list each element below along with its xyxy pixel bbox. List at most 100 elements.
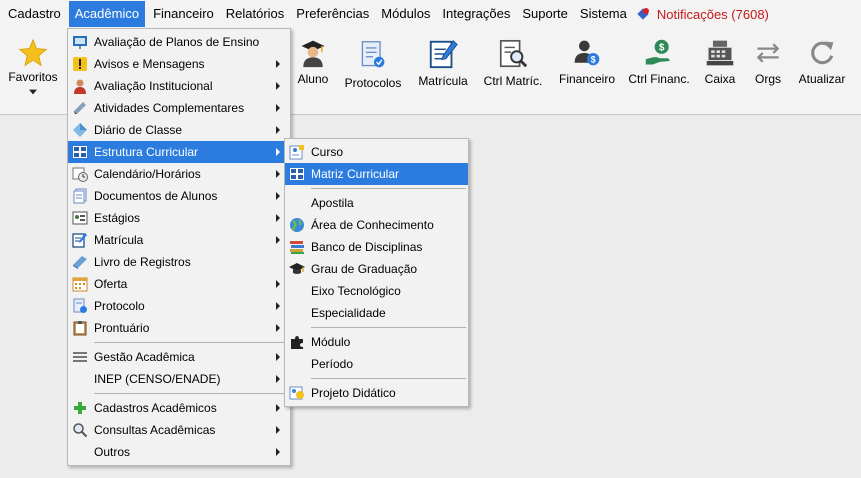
menu-item-diario[interactable]: Diário de Classe — [68, 119, 290, 141]
presentation-icon — [73, 36, 87, 49]
menu-item-label: Documentos de Alunos — [94, 189, 218, 203]
notifications-menu[interactable]: Notificações (7608) — [639, 7, 769, 22]
menu-item-avaliacao-planos[interactable]: Avaliação de Planos de Ensino — [68, 31, 290, 53]
caixa-button[interactable]: Caixa — [700, 32, 740, 86]
menu-separator — [311, 188, 466, 189]
menu-item-cadastros-academicos[interactable]: Cadastros Acadêmicos — [68, 397, 290, 419]
calendar-icon — [72, 277, 88, 292]
menu-integracoes[interactable]: Integrações — [438, 1, 514, 27]
globe-icon — [290, 218, 304, 232]
menu-item-prontuario[interactable]: Prontuário — [68, 317, 290, 339]
menu-item-projeto-didatico[interactable]: Projeto Didático — [285, 382, 468, 404]
user-money-icon: $ — [574, 40, 600, 66]
ctrl-financ-button[interactable]: $ Ctrl Financ. — [628, 32, 690, 86]
menu-item-label: Área de Conhecimento — [311, 218, 434, 232]
menu-bar: Cadastro Acadêmico Financeiro Relatórios… — [0, 0, 861, 28]
menu-item-label: Especialidade — [311, 306, 386, 320]
menu-item-especialidade[interactable]: Especialidade — [285, 302, 468, 324]
menu-item-curso[interactable]: Curso — [285, 141, 468, 163]
menu-item-label: Grau de Graduação — [311, 262, 418, 276]
diamond-icon — [73, 123, 87, 137]
ctrl-matric-button[interactable]: Ctrl Matríc. — [482, 32, 544, 88]
menu-item-consultas-academicas[interactable]: Consultas Acadêmicas — [68, 419, 290, 441]
menu-item-modulo[interactable]: Módulo — [285, 331, 468, 353]
menu-separator — [94, 342, 288, 343]
submenu-arrow-icon — [276, 214, 280, 222]
menu-item-banco-disciplinas[interactable]: Banco de Disciplinas — [285, 236, 468, 258]
swap-arrows-icon — [756, 43, 780, 63]
menu-separator — [94, 393, 288, 394]
clipboard-icon — [73, 321, 87, 336]
menu-item-atividades[interactable]: Atividades Complementares — [68, 97, 290, 119]
menu-item-estrutura-curricular[interactable]: Estrutura Curricular — [68, 141, 290, 163]
aluno-button[interactable]: Aluno — [294, 32, 332, 86]
orgs-label: Orgs — [754, 72, 781, 86]
svg-text:$: $ — [659, 42, 665, 53]
matricula-label: Matrícula — [418, 74, 468, 88]
menu-item-inep[interactable]: INEP (CENSO/ENADE) — [68, 368, 290, 390]
orgs-button[interactable]: Orgs — [750, 32, 786, 86]
menu-item-label: Outros — [94, 445, 131, 459]
menu-item-label: Livro de Registros — [94, 255, 191, 269]
menu-item-livro-registros[interactable]: Livro de Registros — [68, 251, 290, 273]
protocolos-button[interactable]: Protocolos — [342, 32, 404, 90]
student-icon — [301, 40, 325, 68]
menu-item-label: Protocolo — [94, 299, 145, 313]
menu-modulos[interactable]: Módulos — [377, 1, 434, 27]
menu-item-label: Avaliação Institucional — [94, 79, 213, 93]
menu-item-avaliacao-institucional[interactable]: Avaliação Institucional — [68, 75, 290, 97]
menu-item-label: Prontuário — [94, 321, 150, 335]
submenu-arrow-icon — [276, 302, 280, 310]
menu-cadastro[interactable]: Cadastro — [4, 1, 65, 27]
menu-item-protocolo[interactable]: Protocolo — [68, 295, 290, 317]
aluno-label: Aluno — [297, 72, 329, 86]
menu-item-label: Projeto Didático — [311, 386, 396, 400]
menu-item-avisos[interactable]: Avisos e Mensagens — [68, 53, 290, 75]
financeiro-button[interactable]: $ Financeiro — [556, 32, 618, 86]
menu-separator — [311, 327, 466, 328]
menu-financeiro[interactable]: Financeiro — [149, 1, 218, 27]
chevron-down-icon — [29, 89, 37, 95]
ctrl-matric-label: Ctrl Matríc. — [483, 74, 543, 88]
financeiro-label: Financeiro — [558, 72, 616, 86]
refresh-icon — [811, 41, 834, 65]
caixa-label: Caixa — [704, 72, 736, 86]
project-icon — [289, 386, 304, 400]
menu-preferencias[interactable]: Preferências — [292, 1, 373, 27]
menu-academico[interactable]: Acadêmico — [68, 1, 146, 27]
menu-relatorios[interactable]: Relatórios — [222, 1, 289, 27]
warning-icon — [73, 57, 87, 71]
menu-item-label: Atividades Complementares — [94, 101, 245, 115]
submenu-arrow-icon — [276, 126, 280, 134]
matricula-button[interactable]: Matrícula — [414, 32, 472, 88]
menu-item-matriz-curricular[interactable]: Matriz Curricular — [285, 163, 468, 185]
menu-suporte[interactable]: Suporte — [518, 1, 572, 27]
menu-sistema[interactable]: Sistema — [576, 1, 631, 27]
internship-icon — [72, 211, 88, 225]
menu-item-area-conhecimento[interactable]: Área de Conhecimento — [285, 214, 468, 236]
menu-item-estagios[interactable]: Estágios — [68, 207, 290, 229]
submenu-arrow-icon — [276, 404, 280, 412]
menu-item-label: Período — [311, 357, 354, 371]
menu-item-calendario[interactable]: Calendário/Horários — [68, 163, 290, 185]
puzzle-icon — [291, 336, 303, 349]
menu-item-matricula[interactable]: Matrícula — [68, 229, 290, 251]
atualizar-button[interactable]: Atualizar — [794, 32, 850, 86]
submenu-arrow-icon — [276, 353, 280, 361]
menu-item-apostila[interactable]: Apostila — [285, 192, 468, 214]
menu-item-label: Cadastros Acadêmicos — [94, 401, 217, 415]
notifications-label: Notificações (7608) — [656, 6, 769, 22]
structure-grid-icon — [290, 168, 304, 180]
menu-item-oferta[interactable]: Oferta — [68, 273, 290, 295]
menu-item-eixo-tecnologico[interactable]: Eixo Tecnológico — [285, 280, 468, 302]
menu-item-label: Estágios — [94, 211, 141, 225]
menu-item-label: Curso — [311, 145, 344, 159]
menu-item-periodo[interactable]: Período — [285, 353, 468, 375]
favoritos-button[interactable]: Favoritos — [4, 32, 62, 95]
search-icon — [73, 423, 88, 438]
menu-item-documentos[interactable]: Documentos de Alunos — [68, 185, 290, 207]
menu-item-outros[interactable]: Outros — [68, 441, 290, 463]
menu-item-gestao-academica[interactable]: Gestão Acadêmica — [68, 346, 290, 368]
svg-text:$: $ — [591, 55, 596, 65]
menu-item-grau-graduacao[interactable]: Grau de Graduação — [285, 258, 468, 280]
